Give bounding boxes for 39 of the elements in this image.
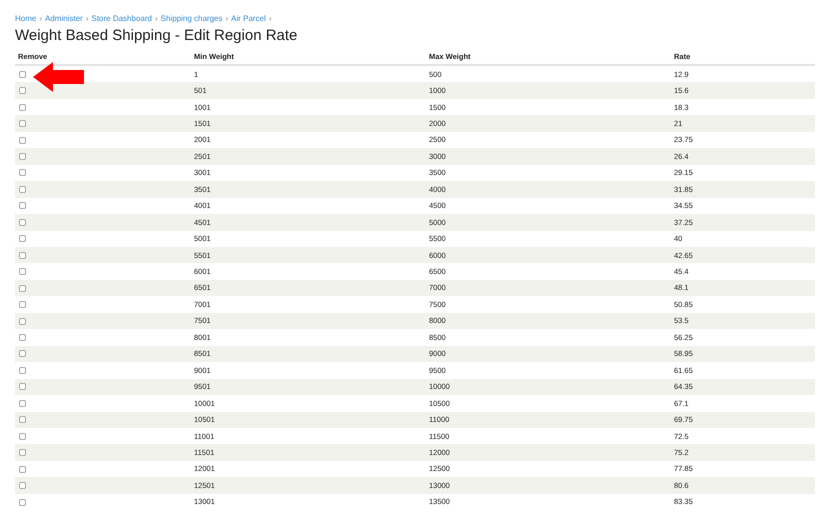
breadcrumb-link[interactable]: Administer bbox=[45, 13, 83, 25]
page-title: Weight Based Shipping - Edit Region Rate bbox=[15, 26, 298, 46]
breadcrumb-link[interactable]: Home bbox=[15, 13, 36, 25]
breadcrumb-separator: › bbox=[154, 13, 158, 25]
remove-checkbox[interactable] bbox=[19, 318, 26, 325]
remove-checkbox[interactable] bbox=[19, 449, 26, 456]
remove-checkbox[interactable] bbox=[19, 366, 26, 374]
remove-checkbox[interactable] bbox=[19, 350, 26, 358]
breadcrumb-separator: › bbox=[268, 13, 272, 25]
remove-checkbox[interactable] bbox=[19, 152, 26, 160]
remove-checkbox[interactable] bbox=[19, 186, 26, 193]
remove-checkbox[interactable] bbox=[19, 120, 26, 128]
breadcrumb-separator: › bbox=[225, 13, 228, 25]
breadcrumb-link[interactable]: Shipping charges bbox=[160, 13, 222, 25]
remove-checkbox[interactable] bbox=[19, 87, 26, 94]
remove-checkbox[interactable] bbox=[19, 301, 26, 308]
remove-checkbox[interactable] bbox=[19, 169, 26, 176]
arrow-annotation bbox=[33, 62, 84, 92]
breadcrumb-separator: › bbox=[86, 13, 88, 25]
remove-checkbox[interactable] bbox=[19, 432, 26, 440]
remove-checkbox[interactable] bbox=[19, 218, 26, 226]
breadcrumb-link[interactable]: Air Parcel bbox=[231, 13, 266, 25]
remove-checkbox[interactable] bbox=[19, 334, 26, 341]
remove-checkbox[interactable] bbox=[19, 466, 26, 473]
remove-checkbox[interactable] bbox=[19, 383, 26, 390]
breadcrumb-separator: › bbox=[39, 13, 42, 25]
breadcrumb-link[interactable]: Store Dashboard bbox=[91, 13, 152, 25]
remove-checkbox[interactable] bbox=[19, 202, 26, 210]
remove-checkbox[interactable] bbox=[19, 400, 26, 407]
remove-checkbox[interactable] bbox=[19, 498, 26, 506]
remove-checkbox[interactable] bbox=[19, 268, 26, 276]
remove-checkbox[interactable] bbox=[19, 104, 26, 111]
remove-checkbox[interactable] bbox=[19, 70, 26, 78]
remove-checkbox[interactable] bbox=[19, 136, 26, 144]
remove-checkbox[interactable] bbox=[19, 416, 26, 424]
remove-checkbox[interactable] bbox=[19, 235, 26, 242]
remove-checkbox[interactable] bbox=[19, 482, 26, 490]
remove-checkbox[interactable] bbox=[19, 252, 26, 259]
remove-checkbox[interactable] bbox=[19, 284, 26, 292]
